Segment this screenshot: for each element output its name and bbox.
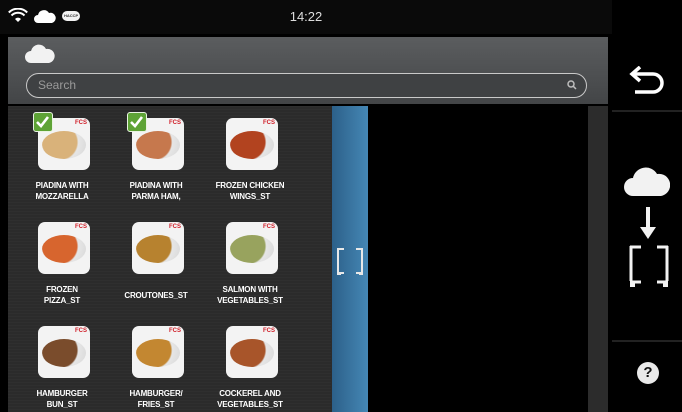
fcs-badge: FCS [263,120,275,126]
right-action-rail: ? [612,0,682,412]
recipe-label: HAMBURGER BUN_ST [14,388,110,410]
transfer-drop-zone[interactable] [332,106,368,412]
selected-checkbox[interactable] [33,112,53,132]
recipe-label-line1: FROZEN CHICKEN [215,181,285,190]
recipe-label-line2: BUN_ST [46,400,78,409]
recipe-label-line1: FROZEN [46,285,78,294]
recipe-thumbnail: FCS [226,326,278,378]
recipe-label-line1: SALMON WITH [222,285,278,294]
recipe-label-line2: FRIES_ST [137,400,175,409]
dish-image [42,235,86,263]
recipe-item[interactable]: FCS FROZEN PIZZA_ST [14,210,110,310]
recipe-label: PIADINA WITH PARMA HAM, [108,180,204,202]
recipe-label-line1: COCKEREL AND [219,389,281,398]
recipe-item[interactable]: FCS HAMBURGER/FRIES_ST [108,314,204,412]
status-clock: 14:22 [289,9,323,24]
recipe-label-line2: VEGETABLES_ST [217,400,283,409]
arrow-down-icon [640,207,656,239]
recipe-label-line1: HAMBURGER/ [129,389,183,398]
rail-divider [612,110,682,112]
oven-device-icon[interactable] [628,244,670,288]
recipe-thumbnail: FCS [38,326,90,378]
recipe-item[interactable]: FCS PIADINA WITH PARMA HAM, [108,106,204,206]
dish-image [230,235,274,263]
status-bar: HACCP 14:22 [0,0,612,34]
recipe-item[interactable]: FCS HAMBURGER BUN_ST [14,314,110,412]
help-button[interactable]: ? [637,362,659,384]
cloud-icon [25,44,55,63]
recipe-label: FROZEN CHICKEN WINGS_ST [202,180,298,202]
recipe-label: COCKEREL AND VEGETABLES_ST [202,388,298,410]
recipe-label-line2: WINGS_ST [229,192,271,201]
recipe-label: SALMON WITH VEGETABLES_ST [202,284,298,306]
recipe-item[interactable]: FCS SALMON WITH VEGETABLES_ST [202,210,298,310]
recipe-label-line1: CROUTONES_ST [124,291,188,300]
content-area: FCS PIADINA WITH MOZZARELLA FCS PIADINA WITH… [8,106,608,412]
recipe-thumbnail: FCS [38,222,90,274]
recipe-thumbnail: FCS [226,222,278,274]
fcs-badge: FCS [75,328,87,334]
dish-image [42,131,86,159]
recipe-item[interactable]: FCS FROZEN CHICKEN WINGS_ST [202,106,298,206]
dish-image [230,131,274,159]
fcs-badge: FCS [169,120,181,126]
header: Search [8,37,608,104]
dish-image [230,339,274,367]
recipe-label-line2: PIZZA_ST [43,296,81,305]
dish-image [136,131,180,159]
recipe-label-line2: MOZZARELLA [35,192,89,201]
fcs-badge: FCS [75,120,87,126]
recipe-label-line2: VEGETABLES_ST [217,296,283,305]
dish-image [42,339,86,367]
recipe-label-line2: PARMA HAM, [131,192,181,201]
search-input[interactable]: Search [26,73,587,98]
fcs-badge: FCS [263,328,275,334]
recipe-label: FROZEN PIZZA_ST [14,284,110,306]
fcs-badge: FCS [169,328,181,334]
recipe-thumbnail: FCS [226,118,278,170]
fcs-badge: FCS [169,224,181,230]
recipe-item[interactable]: FCS PIADINA WITH MOZZARELLA [14,106,110,206]
recipe-item[interactable]: FCS COCKEREL AND VEGETABLES_ST [202,314,298,412]
cloud-download-icon[interactable] [624,164,670,196]
selected-checkbox[interactable] [127,112,147,132]
dish-image [136,339,180,367]
search-icon[interactable] [567,80,577,90]
fcs-badge: FCS [75,224,87,230]
back-arrow-icon[interactable] [627,66,665,96]
recipe-label: CROUTONES_ST [108,290,204,301]
oven-device-icon [337,248,363,275]
fcs-badge: FCS [263,224,275,230]
checkmark-icon [36,116,50,128]
recipe-label: HAMBURGER/FRIES_ST [108,388,204,410]
recipe-label-line1: PIADINA WITH [129,181,183,190]
checkmark-icon [130,116,144,128]
recipe-label-line1: HAMBURGER [36,389,88,398]
recipe-item[interactable]: FCS CROUTONES_ST [108,210,204,310]
recipe-label: PIADINA WITH MOZZARELLA [14,180,110,202]
recipe-label-line1: PIADINA WITH [35,181,89,190]
recipe-thumbnail: FCS [132,222,184,274]
rail-divider [612,340,682,342]
device-recipe-panel [368,106,588,412]
dish-image [136,235,180,263]
recipe-grid: FCS PIADINA WITH MOZZARELLA FCS PIADINA WITH… [8,106,331,412]
recipe-thumbnail: FCS [132,326,184,378]
search-placeholder: Search [38,78,77,92]
